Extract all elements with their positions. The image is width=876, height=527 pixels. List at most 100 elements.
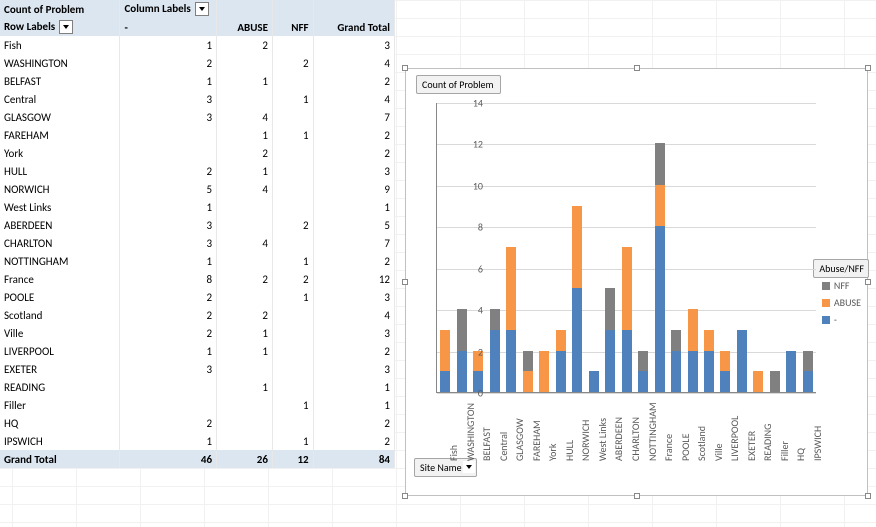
resize-handle[interactable] [402,65,408,71]
cell-abuse: 2 [217,144,273,162]
table-row: ABERDEEN325 [0,216,395,234]
bar [503,103,519,392]
x-tick-label: ABERDEEN [612,417,625,461]
cell-total: 4 [313,306,394,324]
dropdown-icon[interactable] [59,20,73,34]
cell-abuse [217,252,273,270]
cell-abuse: 1 [217,324,273,342]
x-tick-label: HULL [563,440,576,461]
bar [684,103,700,392]
bar-segment-nff [490,309,500,330]
cell-nff: 2 [272,54,313,72]
cell-dash: 3 [120,90,217,108]
cell-abuse: 1 [217,72,273,90]
x-tick-label: NOTTINGHAM [646,402,659,461]
dropdown-icon[interactable] [463,461,475,473]
cell-abuse: 4 [217,180,273,198]
x-tick-label: Central [497,432,510,461]
cell-total: 9 [313,180,394,198]
resize-handle[interactable] [865,279,871,285]
bar-segment-abuse [556,330,566,351]
resize-handle[interactable] [402,279,408,285]
table-row: LIVERPOOL112 [0,342,395,360]
dropdown-icon[interactable] [195,2,209,16]
x-tick-label: France [662,434,675,461]
y-tick-label: 4 [478,304,483,317]
bar [635,103,651,392]
bar-segment-nff [803,351,813,372]
cell-total: 2 [313,72,394,90]
bar-segment-dash [688,351,698,392]
table-row: Filler11 [0,396,395,414]
bar-segment-nff [770,371,780,392]
legend-swatch-abuse [822,299,830,307]
row-label: LIVERPOOL [0,342,120,360]
cell-abuse: 2 [217,306,273,324]
table-row: West Links11 [0,198,395,216]
cell-dash: 1 [120,252,217,270]
y-tick-label: 0 [478,387,483,400]
col-grand-total: Grand Total [313,18,394,36]
cell-total: 2 [313,252,394,270]
row-label: EXETER [0,360,120,378]
x-tick-label: HQ [794,448,807,461]
x-tick-label: CHARLTON [629,417,642,461]
x-tick-label: York [546,444,559,461]
cell-abuse [217,414,273,432]
field-count-of-problem[interactable]: Count of Problem [416,75,501,94]
x-tick-label: WASHINGTON [464,403,477,461]
cell-dash [120,126,217,144]
bar-segment-abuse [523,371,533,392]
bar [717,103,733,392]
row-label: FAREHAM [0,126,120,144]
cell-nff [272,378,313,396]
cell-dash: 2 [120,54,217,72]
cell-dash: 3 [120,234,217,252]
table-row: NOTTINGHAM112 [0,252,395,270]
row-labels-header[interactable]: Row Labels [0,18,120,36]
row-label: IPSWICH [0,432,120,450]
cell-nff [272,72,313,90]
cell-abuse [217,90,273,108]
x-tick-label: POOLE [679,434,692,462]
cell-abuse [217,288,273,306]
cell-abuse: 1 [217,126,273,144]
resize-handle[interactable] [865,65,871,71]
column-labels-header[interactable]: Column Labels [120,0,217,18]
legend-title[interactable]: Abuse/NFF [813,259,869,278]
legend-swatch-nff [822,282,830,290]
bar-segment-dash [803,371,813,392]
bar-segment-abuse [655,185,665,226]
cell-total: 7 [313,108,394,126]
bar [734,103,750,392]
resize-handle[interactable] [634,65,640,71]
bar-segment-abuse [572,206,582,289]
row-label: NORWICH [0,180,120,198]
resize-handle[interactable] [634,493,640,499]
legend-item-abuse: ABUSE [834,296,861,309]
x-tick-label: Ville [712,443,725,461]
row-label: Ville [0,324,120,342]
bar-segment-dash [638,371,648,392]
pivot-chart[interactable]: Count of Problem Site Name Abuse/NFF 024… [405,68,868,496]
bar-segment-abuse [720,351,730,372]
cell-total: 4 [313,54,394,72]
x-tick-label: BELFAST [480,427,493,461]
cell-nff [272,306,313,324]
x-tick-label: Fish [447,445,460,461]
bar-segment-dash [605,330,615,392]
table-row: HULL213 [0,162,395,180]
cell-abuse: 1 [217,378,273,396]
x-tick-label: West Links [596,418,609,461]
resize-handle[interactable] [865,493,871,499]
grand-total-row: Grand Total 46 26 12 84 [0,450,395,468]
row-label: GLASGOW [0,108,120,126]
row-label: READING [0,378,120,396]
x-tick-label: LIVERPOOL [728,416,741,461]
cell-abuse: 4 [217,108,273,126]
x-tick-label: NORWICH [579,420,592,461]
resize-handle[interactable] [402,493,408,499]
cell-total: 2 [313,342,394,360]
bar-segment-dash [655,226,665,392]
x-tick-label: EXETER [745,431,758,461]
